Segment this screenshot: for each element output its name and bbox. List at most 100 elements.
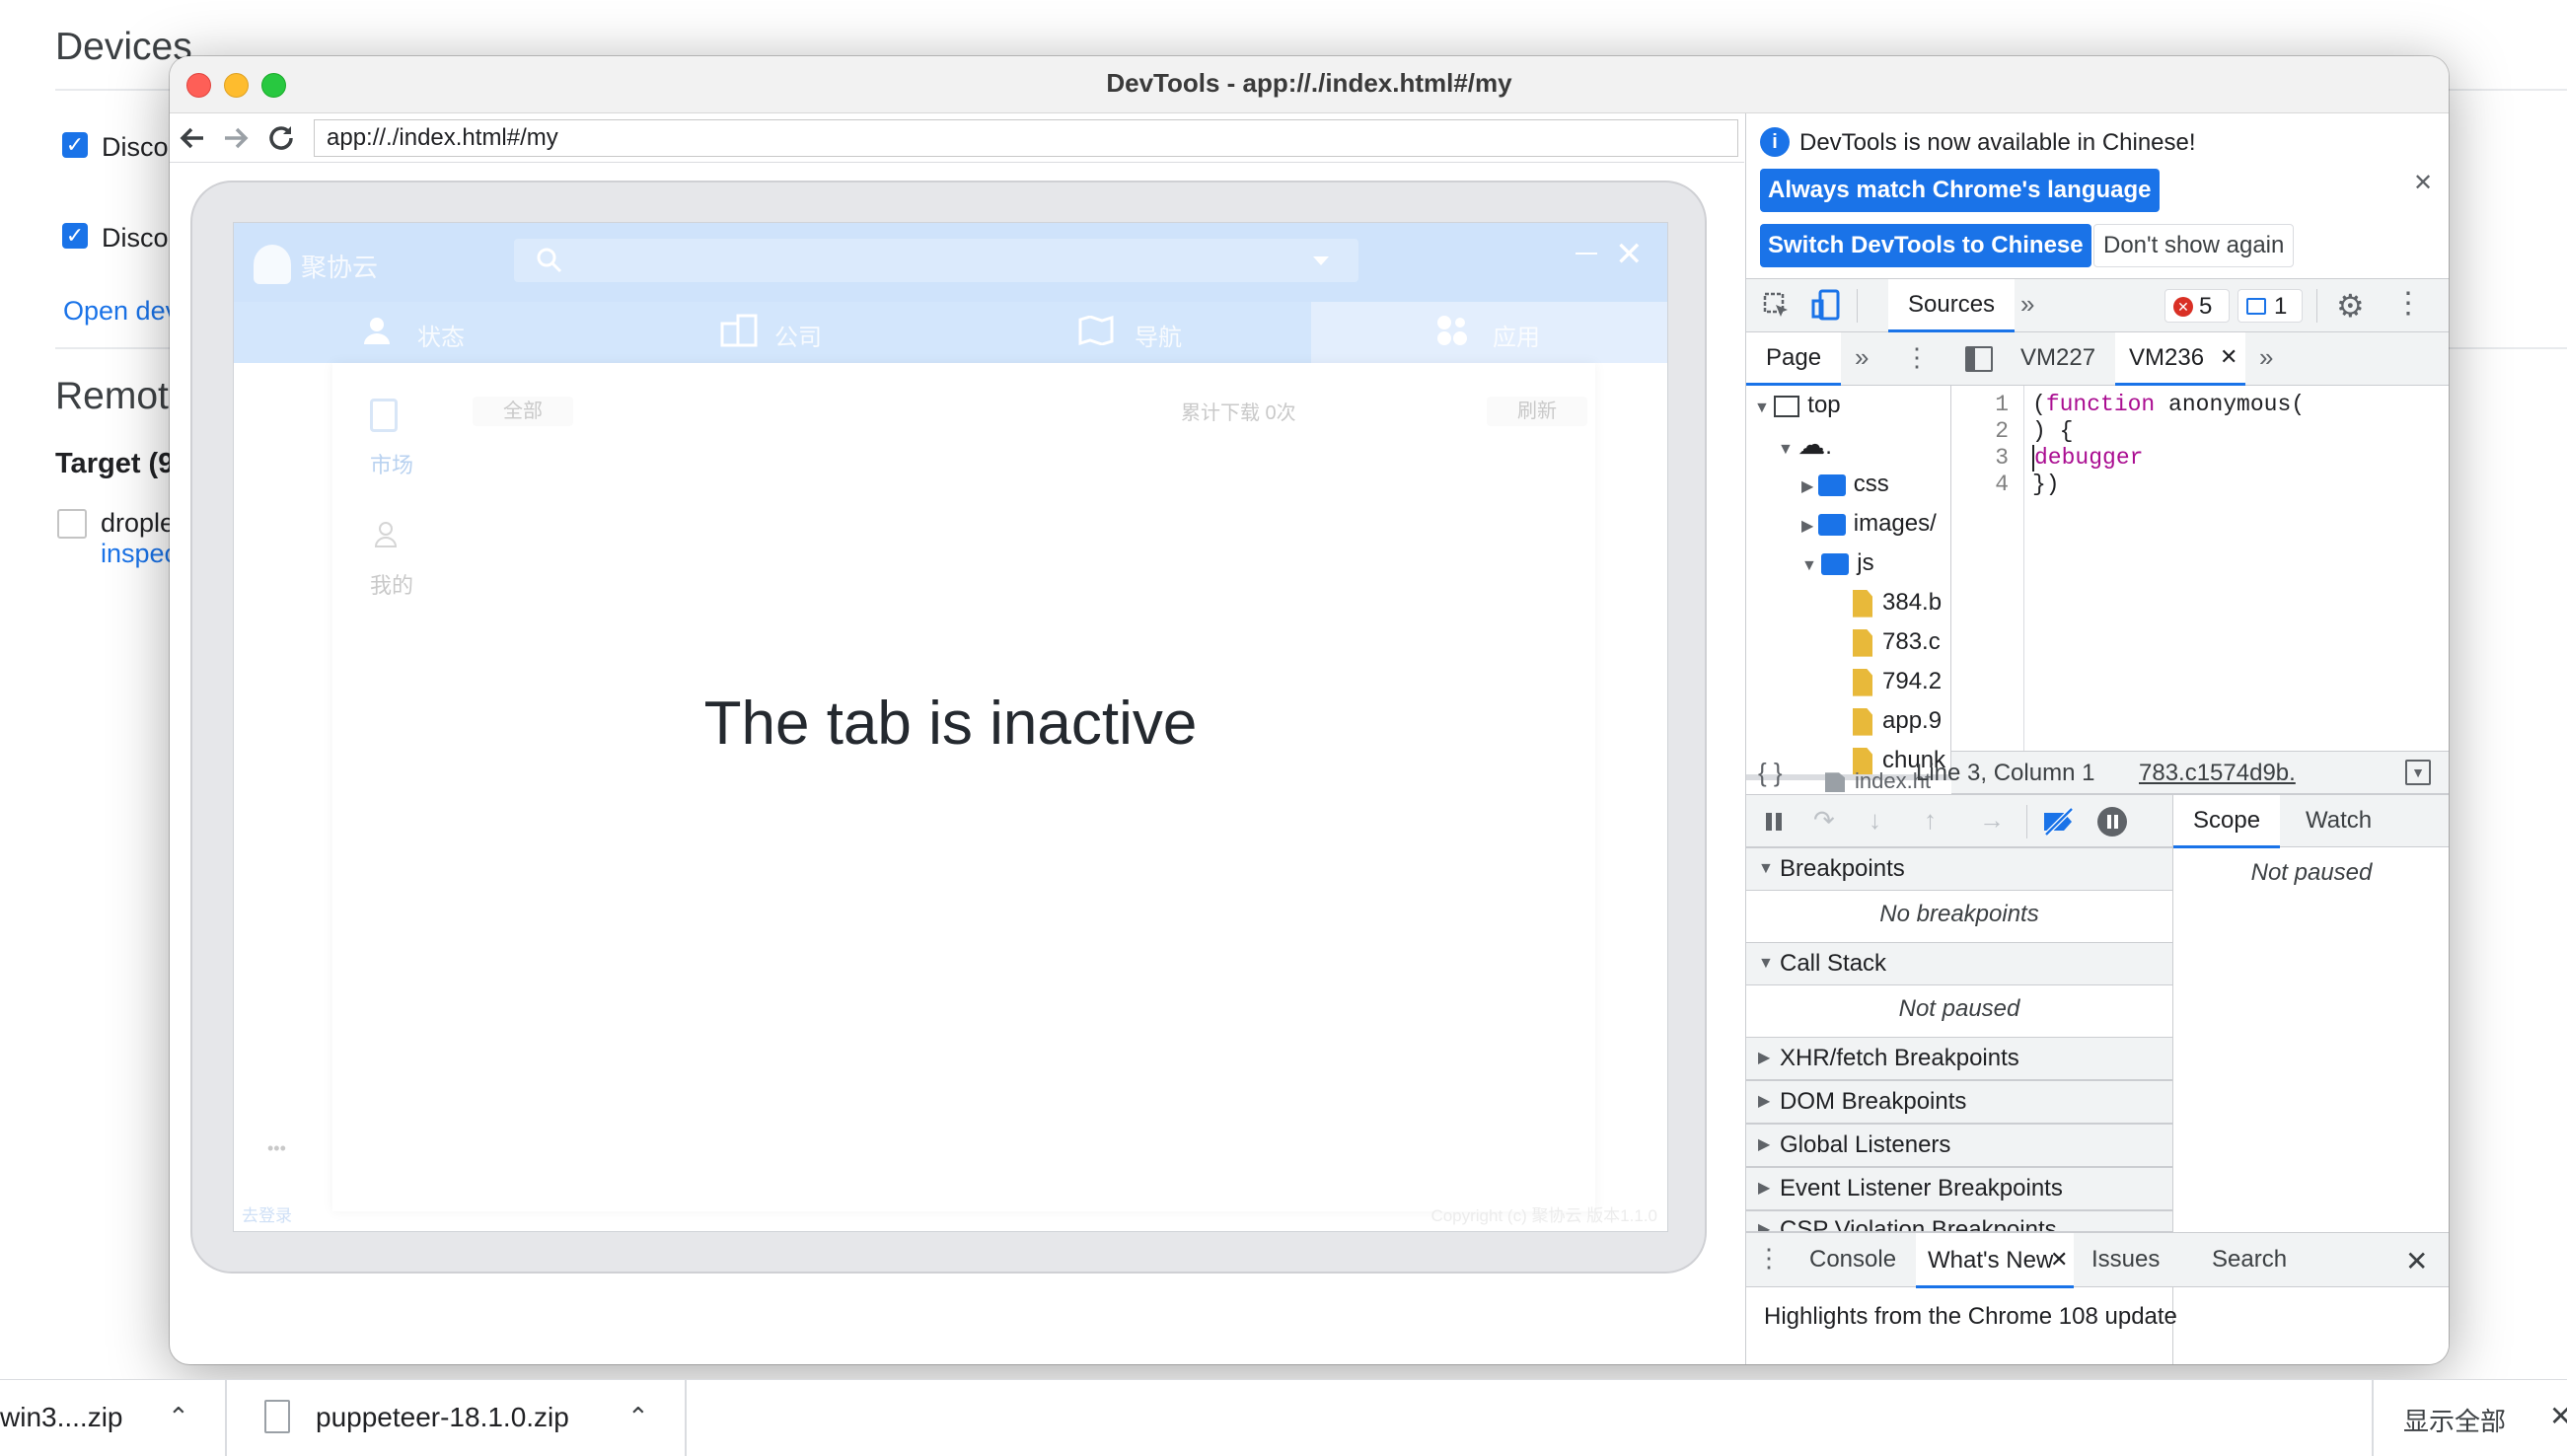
- kebab-menu-icon[interactable]: ⋮: [2393, 287, 2423, 321]
- app-close-icon[interactable]: ✕: [1615, 235, 1644, 274]
- close-drawer-icon[interactable]: ✕: [2405, 1245, 2428, 1277]
- reload-icon[interactable]: [264, 121, 298, 155]
- app-search-input[interactable]: [514, 239, 1358, 282]
- tree-item-origin[interactable]: ▼ ☁.: [1778, 425, 1832, 465]
- tree-file[interactable]: app.9: [1853, 701, 1942, 741]
- deactivate-breakpoints-icon[interactable]: [2042, 807, 2076, 837]
- discover-network-checkbox[interactable]: ✓: [62, 223, 88, 249]
- device-toolbar-icon[interactable]: [1811, 289, 1841, 321]
- more-editor-tabs-icon[interactable]: »: [2259, 342, 2273, 373]
- editor-tab[interactable]: VM227: [2007, 332, 2109, 386]
- inspect-element-icon[interactable]: [1762, 291, 1792, 321]
- pretty-print-icon[interactable]: { }: [1758, 758, 1783, 788]
- building-icon: [720, 314, 760, 347]
- download-item-name[interactable]: puppeteer-18.1.0.zip: [316, 1402, 569, 1433]
- dom-breakpoints-section[interactable]: ▶ DOM Breakpoints: [1746, 1080, 2172, 1124]
- inspect-link[interactable]: inspec: [101, 539, 178, 569]
- info-icon: i: [1760, 127, 1790, 157]
- refresh-button[interactable]: 刷新: [1487, 397, 1587, 426]
- back-arrow-icon[interactable]: [176, 121, 209, 155]
- url-input[interactable]: app://./index.html#/my: [314, 119, 1738, 157]
- drawer-menu-icon[interactable]: ⋮: [1756, 1243, 1782, 1274]
- target-checkbox[interactable]: [57, 509, 87, 539]
- global-listeners-section[interactable]: ▶ Global Listeners: [1746, 1124, 2172, 1167]
- drawer-tab-whats-new[interactable]: What's New ✕: [1916, 1233, 2074, 1288]
- close-tab-icon[interactable]: ✕: [2220, 344, 2237, 370]
- close-tab-icon[interactable]: ✕: [2050, 1247, 2068, 1273]
- tab-page[interactable]: Page: [1746, 332, 1842, 386]
- breakpoints-section[interactable]: ▼ Breakpoints: [1746, 847, 2172, 891]
- chevron-up-icon[interactable]: ⌃: [627, 1402, 649, 1432]
- always-match-language-button[interactable]: Always match Chrome's language: [1760, 169, 2160, 212]
- more-navigator-tabs-icon[interactable]: »: [1855, 342, 1869, 373]
- devtools-panel: i DevTools is now available in Chinese! …: [1745, 113, 2449, 1364]
- pause-on-exceptions-icon[interactable]: [2097, 807, 2127, 837]
- message-counter-button[interactable]: 1: [2237, 289, 2303, 323]
- download-count: 累计下载 0次: [1181, 402, 1296, 424]
- inactive-tab-message: The tab is inactive: [703, 690, 1198, 758]
- app-tab-status[interactable]: 状态: [417, 318, 465, 352]
- discover-usb-checkbox[interactable]: ✓: [62, 132, 88, 158]
- app-tab-navigation[interactable]: 导航: [1135, 318, 1182, 352]
- drawer-toolbar: ⋮ Console What's New ✕ Issues Search ✕: [1746, 1232, 2449, 1288]
- step-out-icon[interactable]: ↑: [1924, 805, 1937, 836]
- drawer-tab-search[interactable]: Search: [2200, 1233, 2299, 1288]
- side-item-mine[interactable]: 我的: [370, 568, 413, 600]
- navigator-menu-icon[interactable]: ⋮: [1904, 342, 1930, 373]
- gear-icon[interactable]: ⚙: [2336, 287, 2365, 325]
- title-bar: DevTools - app://./index.html#/my: [170, 56, 2449, 113]
- tree-file-index[interactable]: index.ht: [1825, 768, 1931, 794]
- tab-sources[interactable]: Sources: [1888, 279, 2016, 332]
- more-tabs-icon[interactable]: »: [2020, 289, 2034, 320]
- open-dedicated-devtools-link[interactable]: Open dev: [63, 296, 179, 327]
- app-tab-apps[interactable]: 应用: [1493, 318, 1540, 352]
- separator: [685, 1380, 687, 1456]
- toggle-navigator-icon[interactable]: [1965, 346, 1993, 372]
- app-minimize-icon[interactable]: [1576, 253, 1597, 255]
- tree-item-top[interactable]: ▼ top: [1754, 386, 1841, 425]
- tree-file[interactable]: 384.b: [1853, 583, 1942, 622]
- drawer-tab-issues[interactable]: Issues: [2080, 1233, 2171, 1288]
- close-shelf-icon[interactable]: ✕: [2549, 1400, 2567, 1432]
- toggle-debugger-icon[interactable]: ▼: [2405, 760, 2431, 785]
- tab-scope[interactable]: Scope: [2173, 795, 2281, 848]
- step-icon[interactable]: →: [1979, 805, 2005, 836]
- more-icon[interactable]: •••: [267, 1138, 286, 1159]
- tree-folder-css[interactable]: ▶ css: [1801, 465, 1889, 504]
- tree-file[interactable]: 783.c: [1853, 622, 1941, 662]
- switch-to-chinese-button[interactable]: Switch DevTools to Chinese: [1760, 224, 2091, 267]
- chevron-up-icon[interactable]: ⌃: [168, 1402, 189, 1432]
- call-stack-section[interactable]: ▼ Call Stack: [1746, 942, 2172, 985]
- code-editor[interactable]: 1 2 3 4 (function anonymous( ) { debugge…: [1951, 386, 2449, 751]
- filter-all-button[interactable]: 全部: [473, 397, 573, 426]
- csp-violation-breakpoints-section[interactable]: ▶ CSP Violation Breakpoints: [1746, 1210, 2172, 1232]
- target-name: drople: [101, 508, 176, 538]
- app-tab-company[interactable]: 公司: [774, 318, 822, 352]
- forward-arrow-icon[interactable]: [219, 121, 253, 155]
- show-all-button[interactable]: 显示全部: [2403, 1402, 2506, 1438]
- xhr-breakpoints-section[interactable]: ▶ XHR/fetch Breakpoints: [1746, 1037, 2172, 1080]
- pause-icon[interactable]: [1766, 813, 1772, 831]
- step-over-icon[interactable]: ↷: [1813, 805, 1835, 836]
- login-link[interactable]: 去登录: [242, 1201, 292, 1226]
- download-item-name[interactable]: win3....zip: [0, 1402, 123, 1433]
- editor-tab-active[interactable]: VM236 ✕: [2115, 332, 2245, 386]
- tree-folder-js[interactable]: ▼ js: [1801, 544, 1874, 583]
- screen: Devices ✓ Disco ✓ Disco Open dev Remote …: [0, 0, 2567, 1456]
- tree-file[interactable]: 794.2: [1853, 662, 1942, 701]
- line-number: 4: [1995, 472, 2009, 497]
- tree-folder-images[interactable]: ▶ images/: [1801, 504, 1937, 544]
- dont-show-again-button[interactable]: Don't show again: [2093, 224, 2295, 267]
- event-listener-breakpoints-section[interactable]: ▶ Event Listener Breakpoints: [1746, 1167, 2172, 1210]
- download-shelf: win3....zip ⌃ puppeteer-18.1.0.zip ⌃ 显示全…: [0, 1379, 2567, 1456]
- error-counter-button[interactable]: ✕ 5: [2164, 289, 2230, 323]
- tab-watch[interactable]: Watch: [2294, 795, 2384, 848]
- editor-status-bar: { } Line 3, Column 1 783.c1574d9b. ▼: [1758, 751, 2449, 794]
- close-infobar-icon[interactable]: ✕: [2413, 169, 2433, 197]
- step-into-icon[interactable]: ↓: [1869, 805, 1881, 836]
- drawer-tab-console[interactable]: Console: [1796, 1233, 1910, 1288]
- side-item-market[interactable]: 市场: [370, 448, 413, 479]
- chevron-down-icon[interactable]: [1313, 256, 1329, 265]
- debugger-toolbar: ↷ ↓ ↑ →: [1746, 794, 2172, 847]
- source-link[interactable]: 783.c1574d9b.: [2139, 760, 2296, 787]
